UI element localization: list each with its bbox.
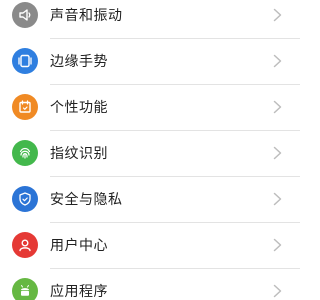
settings-item-fingerprint[interactable]: 指纹识别	[0, 130, 300, 176]
fingerprint-icon	[12, 140, 38, 166]
chevron-right-icon	[273, 54, 282, 68]
settings-item-applications[interactable]: 应用程序	[0, 268, 300, 300]
settings-screen: 声音和振动 边缘手势 个性功能 指纹识别 安全与隐私 用户中心 应用程序	[0, 0, 300, 300]
speaker-icon	[12, 2, 38, 28]
settings-item-label: 边缘手势	[50, 54, 108, 70]
chevron-right-icon	[273, 8, 282, 22]
edge-gesture-icon	[12, 48, 38, 74]
settings-item-label: 声音和振动	[50, 8, 123, 24]
calendar-icon	[12, 94, 38, 120]
android-icon	[12, 278, 38, 300]
settings-item-label: 应用程序	[50, 284, 108, 300]
settings-item-label: 用户中心	[50, 238, 108, 254]
chevron-right-icon	[273, 192, 282, 206]
chevron-right-icon	[273, 146, 282, 160]
settings-list: 声音和振动 边缘手势 个性功能 指纹识别 安全与隐私 用户中心 应用程序	[0, 0, 300, 300]
chevron-right-icon	[273, 100, 282, 114]
settings-item-personal-features[interactable]: 个性功能	[0, 84, 300, 130]
settings-item-label: 安全与隐私	[50, 192, 123, 208]
settings-item-edge-gestures[interactable]: 边缘手势	[0, 38, 300, 84]
chevron-right-icon	[273, 284, 282, 298]
settings-item-label: 个性功能	[50, 100, 108, 116]
settings-item-sound-vibration[interactable]: 声音和振动	[0, 0, 300, 38]
shield-icon	[12, 186, 38, 212]
settings-item-label: 指纹识别	[50, 146, 108, 162]
settings-item-security-privacy[interactable]: 安全与隐私	[0, 176, 300, 222]
chevron-right-icon	[273, 238, 282, 252]
user-icon	[12, 232, 38, 258]
settings-item-user-center[interactable]: 用户中心	[0, 222, 300, 268]
